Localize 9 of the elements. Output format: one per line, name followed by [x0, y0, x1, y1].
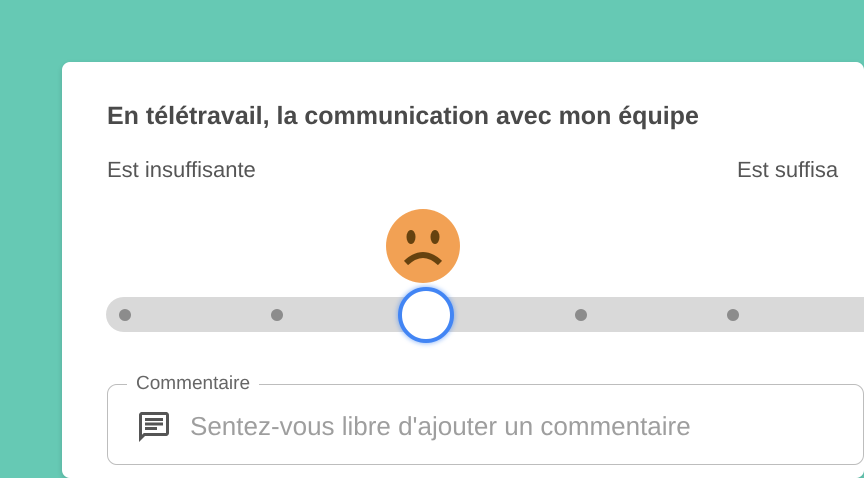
sad-face-icon: [386, 209, 460, 283]
question-title: En télétravail, la communication avec mon équipe: [107, 102, 700, 131]
comment-field[interactable]: Commentaire Sentez-vous libre d'ajouter un commentaire: [107, 373, 864, 465]
slider-thumb[interactable]: [398, 287, 454, 343]
field-label: Commentaire: [135, 373, 252, 395]
scale-label: Est suffisa: [737, 157, 840, 183]
comment-input[interactable]: Sentez-vous libre d'ajouter un commentaire: [190, 411, 730, 442]
slider-track[interactable]: [106, 297, 864, 332]
scale-label: Est insuffisante: [107, 157, 257, 183]
